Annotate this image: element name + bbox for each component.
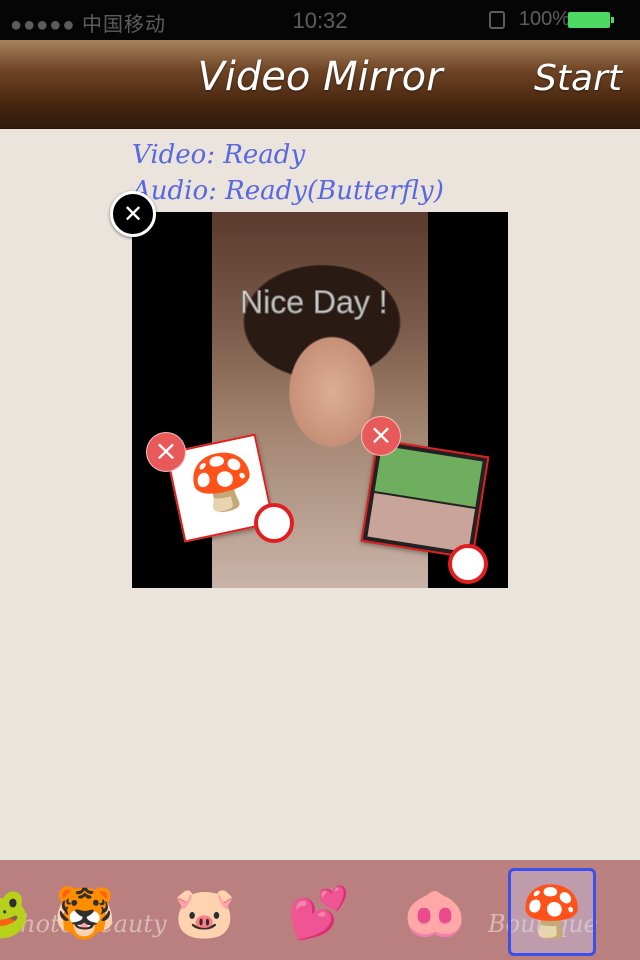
crying-mushroom-icon: 🍄 [183,445,263,521]
sticker-pig-icon[interactable]: 🐽 [396,874,474,952]
sticker-1-delete-icon[interactable]: × [146,432,186,472]
video-overlay-text: Nice Day ! [240,284,389,321]
orientation-lock-icon [489,11,505,29]
sticker-hearts-icon[interactable]: 💕 [280,874,358,952]
sticker-picker-bar[interactable]: Photo Beauty Boutique 🐸 🐯 🐷 💕 🐽 🍄 [0,860,640,960]
sticker-photo-collage[interactable] [360,438,490,560]
audio-status: Audio: Ready(Butterfly) [132,176,444,206]
battery-icon [568,12,614,28]
start-button[interactable]: Start [534,58,622,99]
sticker-frog-icon[interactable]: 🐸 [0,874,38,952]
sticker-1-resize-handle[interactable] [254,503,294,543]
close-video-button[interactable]: ✕ [110,191,156,237]
sticker-2-delete-icon[interactable]: × [361,416,401,456]
video-status: Video: Ready [132,140,306,170]
status-bar: ●●●●● 中国移动 10:32 100% [0,0,640,40]
sticker-cry-mushroom-icon[interactable]: 🍄 [508,868,596,956]
sticker-tiger-icon[interactable]: 🐯 [46,874,124,952]
sticker-pink-pig-heart-icon[interactable]: 🐷 [166,874,244,952]
sticker-2-resize-handle[interactable] [448,544,488,584]
navigation-bar: Video Mirror Start [0,40,640,129]
battery-percent: 100% [518,8,570,30]
